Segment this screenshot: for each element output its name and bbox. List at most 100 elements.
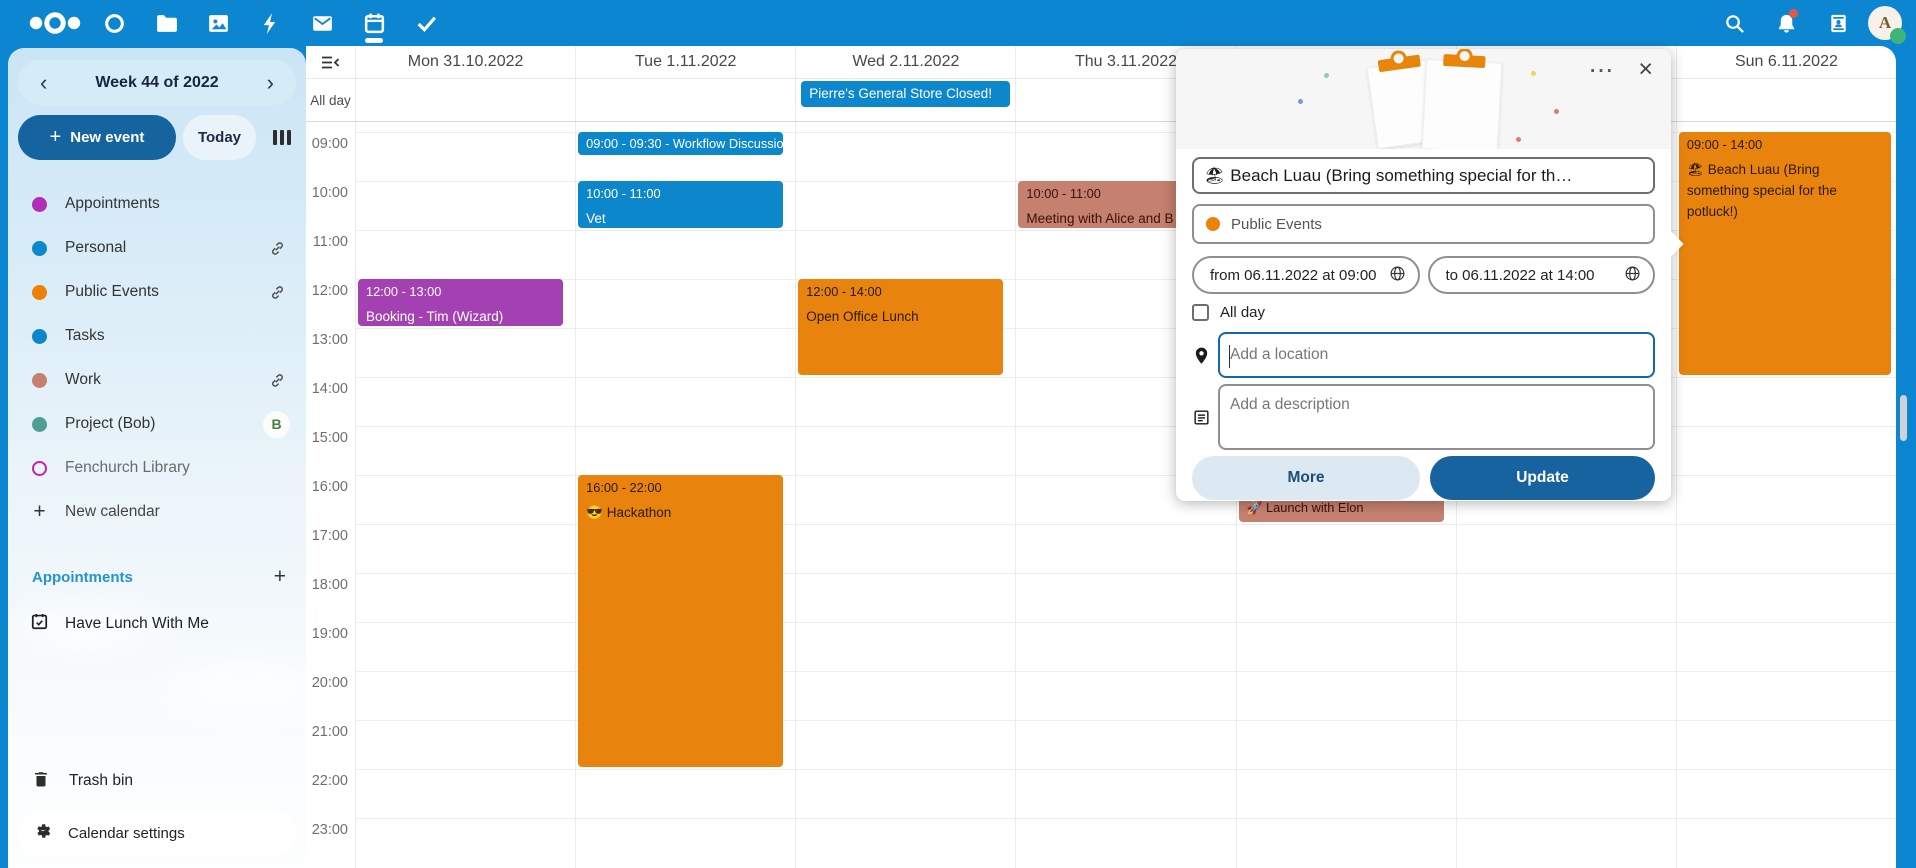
online-status-dot xyxy=(1890,28,1906,44)
calendar-event[interactable]: 09:00 - 09:30 - Workflow Discussion xyxy=(578,132,783,155)
all-day-cell[interactable] xyxy=(575,79,795,121)
previous-week-button[interactable]: ‹ xyxy=(36,72,51,94)
end-datetime-picker[interactable]: to 06.11.2022 at 14:00 xyxy=(1428,256,1656,294)
close-icon[interactable]: × xyxy=(1638,57,1653,82)
day-header[interactable]: Tue 1.11.2022 xyxy=(575,46,795,78)
description-input[interactable]: Add a description xyxy=(1218,384,1655,450)
appointment-config-item[interactable]: Have Lunch With Me xyxy=(8,602,306,646)
trash-icon xyxy=(32,770,50,793)
calendar-event[interactable]: 09:00 - 14:00🏖 Beach Luau (Bring somethi… xyxy=(1679,132,1891,375)
sidebar-calendar-item[interactable]: Appointments xyxy=(8,182,306,226)
start-datetime-picker[interactable]: from 06.11.2022 at 09:00 xyxy=(1192,256,1420,294)
day-column[interactable]: 09:00 - 09:30 - Workflow Discussion 10:00… xyxy=(575,122,795,868)
calendar-color-dot xyxy=(32,197,47,212)
unread-indicator-dot xyxy=(1789,9,1798,18)
calendar-event[interactable]: 10:00 - 11:00Vet xyxy=(578,181,783,228)
calendar-settings-button[interactable]: Calendar settings xyxy=(18,811,296,856)
trash-bin-button[interactable]: Trash bin xyxy=(8,759,306,803)
window-scrollbar-thumb[interactable] xyxy=(1900,395,1907,441)
day-header[interactable]: Mon 31.10.2022 xyxy=(355,46,575,78)
calendar-event[interactable]: 16:00 - 22:00😎 Hackathon xyxy=(578,475,783,767)
globe-timezone-icon[interactable] xyxy=(1389,265,1406,286)
all-day-cell[interactable]: Pierre's General Store Closed! xyxy=(795,79,1015,121)
new-event-button[interactable]: + New event xyxy=(18,115,176,160)
sidebar-calendar-item[interactable]: Fenchurch Library xyxy=(8,446,306,490)
day-column[interactable]: 12:00 - 14:00 Open Office Lunch xyxy=(795,122,1015,868)
files-folder-icon[interactable] xyxy=(140,0,192,46)
collapse-all-day-icon[interactable] xyxy=(306,46,355,78)
more-button[interactable]: More xyxy=(1192,456,1420,500)
avatar-letter: A xyxy=(1879,13,1891,33)
hour-label: 16:00 xyxy=(312,479,348,495)
hour-label: 09:00 xyxy=(312,136,348,152)
calendar-color-dot xyxy=(32,461,47,476)
day-header[interactable]: Sun 6.11.2022 xyxy=(1676,46,1896,78)
event-time: 10:00 - 11:00 xyxy=(586,186,775,201)
event-title: 😎 Hackathon xyxy=(586,503,775,524)
tasks-check-icon[interactable] xyxy=(400,0,452,46)
topbar-right-actions: A xyxy=(1712,0,1902,46)
event-title: Open Office Lunch xyxy=(806,307,995,328)
calendar-name-label: Work xyxy=(65,371,264,389)
add-appointment-config-button[interactable]: + xyxy=(274,565,286,589)
mail-icon[interactable] xyxy=(296,0,348,46)
globe-timezone-icon[interactable] xyxy=(1624,265,1641,286)
calendar-event[interactable]: 12:00 - 13:00Booking - Tim (Wizard) xyxy=(358,279,563,326)
event-time: 12:00 - 14:00 xyxy=(806,284,995,299)
location-input[interactable]: Add a location xyxy=(1218,332,1655,378)
more-actions-menu-icon[interactable]: ··· xyxy=(1590,61,1615,83)
event-title-input[interactable]: 🏖 Beach Luau (Bring something special fo… xyxy=(1192,157,1655,194)
view-toggle-columns-icon[interactable] xyxy=(273,130,291,145)
today-button[interactable]: Today xyxy=(183,115,256,160)
hour-label: 21:00 xyxy=(312,724,348,740)
day-column[interactable]: 12:00 - 13:00Booking - Tim (Wizard) xyxy=(355,122,575,868)
next-week-button[interactable]: › xyxy=(263,72,278,94)
checkbox-unchecked-icon[interactable] xyxy=(1192,304,1209,321)
search-icon[interactable] xyxy=(1712,0,1756,46)
sidebar-calendar-item[interactable]: Work xyxy=(8,358,306,402)
all-day-cell[interactable] xyxy=(355,79,575,121)
hour-label: 17:00 xyxy=(312,528,348,544)
hour-label: 14:00 xyxy=(312,381,348,397)
week-navigation: ‹ Week 44 of 2022 › xyxy=(18,60,296,105)
day-header[interactable]: Wed 2.11.2022 xyxy=(795,46,1015,78)
calendar-name-label: Tasks xyxy=(65,327,290,345)
update-button[interactable]: Update xyxy=(1430,456,1655,500)
shared-link-icon[interactable] xyxy=(264,279,290,305)
location-row: Add a location xyxy=(1192,332,1655,378)
all-day-event[interactable]: Pierre's General Store Closed! xyxy=(801,81,1010,107)
calendar-color-dot xyxy=(32,329,47,344)
photos-icon[interactable] xyxy=(192,0,244,46)
nextcloud-logo-icon[interactable] xyxy=(22,0,88,46)
calendar-color-dot xyxy=(32,285,47,300)
calendar-picker-select[interactable]: Public Events xyxy=(1192,204,1655,244)
day-column[interactable]: 09:00 - 14:00🏖 Beach Luau (Bring somethi… xyxy=(1676,122,1896,868)
app-launcher xyxy=(0,0,452,46)
shared-link-icon[interactable] xyxy=(264,367,290,393)
all-day-checkbox[interactable]: All day xyxy=(1192,302,1655,322)
week-label[interactable]: Week 44 of 2022 xyxy=(95,74,218,92)
appointments-section-header: Appointments + xyxy=(8,560,306,594)
calendar-event[interactable]: 12:00 - 14:00 Open Office Lunch xyxy=(798,279,1003,375)
shared-link-icon[interactable] xyxy=(264,235,290,261)
sidebar-calendar-item[interactable]: Tasks xyxy=(8,314,306,358)
hour-label: 15:00 xyxy=(312,430,348,446)
calendar-icon[interactable] xyxy=(348,0,400,46)
dashboard-circle-icon[interactable] xyxy=(88,0,140,46)
sidebar-calendar-item[interactable]: Personal xyxy=(8,226,306,270)
new-calendar-button[interactable]: + New calendar xyxy=(8,490,306,534)
calendar-sidebar: ‹ Week 44 of 2022 › + New event Today Ap… xyxy=(8,48,306,868)
plus-icon: + xyxy=(32,500,47,524)
event-time: 09:00 - 14:00 xyxy=(1687,137,1883,152)
calendar-color-dot xyxy=(32,417,47,432)
sidebar-calendar-item[interactable]: Project (Bob)B xyxy=(8,402,306,446)
event-title: Booking - Tim (Wizard) xyxy=(366,307,555,326)
activity-lightning-icon[interactable] xyxy=(244,0,296,46)
all-day-cell[interactable] xyxy=(1676,79,1896,121)
contacts-icon[interactable] xyxy=(1816,0,1860,46)
calendar-check-icon xyxy=(30,612,49,636)
calendar-name-label: Fenchurch Library xyxy=(65,459,290,477)
sidebar-calendar-item[interactable]: Public Events xyxy=(8,270,306,314)
notifications-bell-icon[interactable] xyxy=(1764,0,1808,46)
user-avatar[interactable]: A xyxy=(1868,6,1902,40)
